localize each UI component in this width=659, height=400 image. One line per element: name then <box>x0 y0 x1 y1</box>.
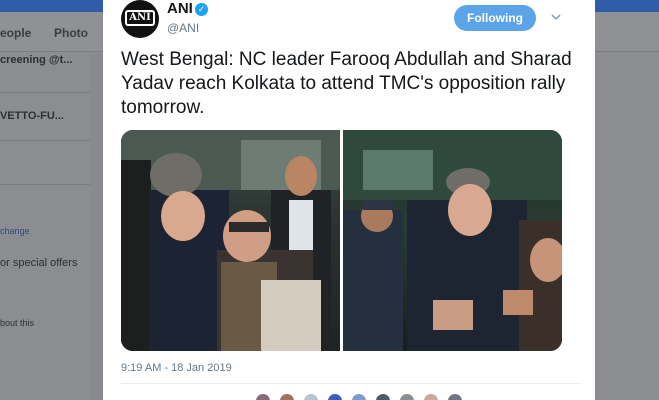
chevron-down-icon[interactable] <box>551 12 561 22</box>
divider <box>0 140 90 141</box>
divider <box>121 383 581 384</box>
change-link[interactable]: change <box>0 226 30 236</box>
tweet-card: ANI ANI ✓ @ANI Following West Bengal: NC… <box>103 0 595 400</box>
author-name[interactable]: ANI <box>167 0 193 17</box>
avatar[interactable] <box>327 393 343 400</box>
avatar[interactable] <box>351 393 367 400</box>
sidebar-item[interactable]: creening @t... <box>0 54 72 66</box>
background-right-column <box>595 52 659 400</box>
tweet-media[interactable] <box>121 130 562 351</box>
following-button[interactable]: Following <box>454 5 536 31</box>
background-sidebar: creening @t... VETTO-FU... change or spe… <box>0 52 90 400</box>
avatar[interactable] <box>255 393 271 400</box>
nav-item-people[interactable]: eople <box>0 26 31 40</box>
tweet-timestamp[interactable]: 9:19 AM - 18 Jan 2019 <box>121 362 232 374</box>
about-link[interactable]: bout this <box>0 318 34 328</box>
divider <box>0 184 90 185</box>
avatar[interactable] <box>303 393 319 400</box>
sidebar-item[interactable]: VETTO-FU... <box>0 110 64 122</box>
photo-left[interactable] <box>121 130 340 351</box>
avatar[interactable] <box>423 393 439 400</box>
verified-badge-icon: ✓ <box>195 3 208 16</box>
author-handle[interactable]: @ANI <box>167 21 199 35</box>
photo-right[interactable] <box>343 130 562 351</box>
ani-logo: ANI <box>125 10 155 26</box>
avatar[interactable]: ANI <box>121 0 159 38</box>
avatar[interactable] <box>279 393 295 400</box>
avatar[interactable] <box>399 393 415 400</box>
promo-text: or special offers <box>0 257 78 269</box>
divider <box>0 92 90 93</box>
tweet-text: West Bengal: NC leader Farooq Abdullah a… <box>121 49 572 118</box>
avatar[interactable] <box>375 393 391 400</box>
nav-item-photos[interactable]: Photo <box>54 26 88 40</box>
avatar[interactable] <box>447 393 463 400</box>
